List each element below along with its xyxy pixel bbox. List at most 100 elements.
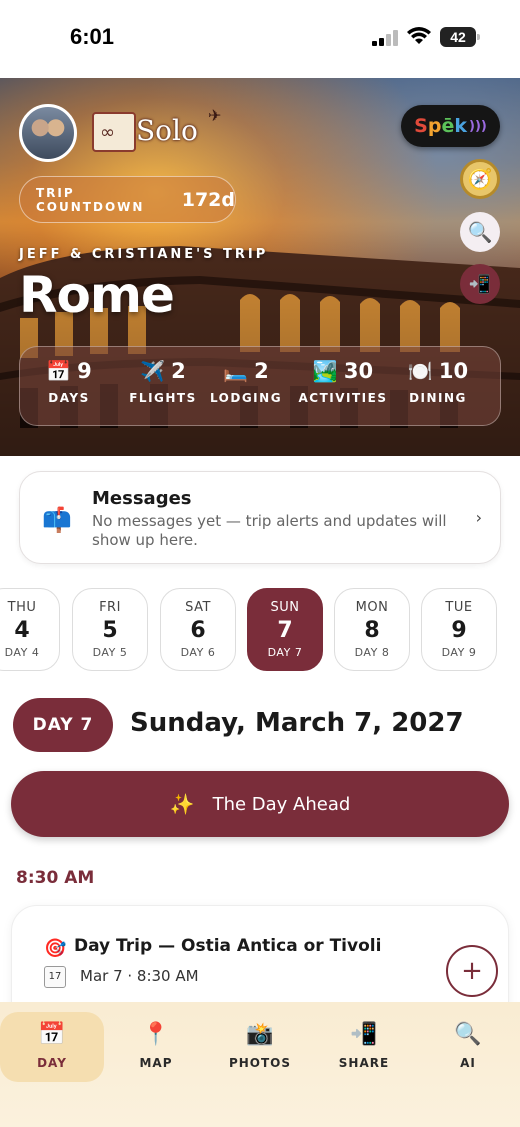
sound-waves-icon: ))) [469, 118, 487, 134]
date-card-sat[interactable]: SAT 6 DAY 6 [160, 588, 236, 671]
trip-countdown: TRIP COUNTDOWN 172d [19, 176, 236, 223]
date-label: DAY 6 [180, 646, 216, 659]
calendar-icon: 📅 [38, 1022, 66, 1047]
calendar-icon: 17 [44, 966, 66, 988]
stat-flights[interactable]: ✈️ 2 FLIGHTS [118, 359, 208, 405]
phone-share-icon: 📲 [350, 1022, 378, 1047]
stat-value: 10 [438, 359, 469, 383]
messages-title: Messages [92, 488, 192, 509]
binoculars-icon: ∞ [100, 122, 115, 143]
airplane-icon: ✈️ [140, 359, 166, 383]
phone-share-icon: 📲 [468, 273, 492, 295]
stat-label: LODGING [209, 391, 283, 405]
date-dow: MON [355, 600, 389, 615]
bed-icon: 🛏️ [223, 359, 249, 383]
stat-value: 9 [77, 359, 92, 383]
trip-city: Rome [19, 266, 175, 324]
stat-value: 2 [171, 359, 186, 383]
date-dow: SUN [270, 600, 300, 615]
date-label: DAY 7 [267, 646, 303, 659]
phone-share-button[interactable]: 📲 [460, 264, 500, 304]
tab-label: SHARE [338, 1056, 390, 1070]
date-card-sun[interactable]: SUN 7 DAY 7 [247, 588, 323, 671]
stat-label: ACTIVITIES [298, 391, 388, 405]
stat-days[interactable]: 📅 9 DAYS [24, 359, 114, 405]
date-num: 6 [190, 618, 206, 643]
compass-button[interactable]: 🧭 [460, 159, 500, 199]
date-num: 5 [102, 618, 118, 643]
logo-text: Solo [136, 114, 198, 147]
date-num: 7 [277, 618, 293, 643]
sparkles-icon: ✨ [169, 792, 195, 816]
airplane-icon: ✈ [208, 106, 222, 125]
spek-letter: ē [441, 115, 455, 137]
spek-letter: p [427, 115, 442, 137]
messages-body: No messages yet — trip alerts and update… [92, 512, 447, 549]
spek-letter: k [454, 115, 467, 137]
landscape-icon: 🏞️ [312, 359, 338, 383]
date-label: DAY 5 [92, 646, 128, 659]
mailbox-icon: 📫 [42, 506, 72, 534]
calendar-icon: 📅 [46, 359, 72, 383]
solo-logo: ∞ Solo ✈ [90, 106, 226, 158]
spek-letter: S [414, 115, 428, 137]
date-strip[interactable]: THU 4 DAY 4 FRI 5 DAY 5 SAT 6 DAY 6 SUN … [0, 588, 520, 673]
day-pill: DAY 7 [13, 698, 113, 752]
trip-owner: JEFF & CRISTIANE'S TRIP [19, 247, 269, 262]
compass-icon: 🧭 [467, 167, 493, 191]
stat-dining[interactable]: 🍽️ 10 DINING [393, 359, 483, 405]
trip-stats: 📅 9 DAYS ✈️ 2 FLIGHTS 🛏️ 2 LODGING 🏞️ 30… [19, 346, 501, 426]
date-label: DAY 4 [4, 646, 40, 659]
search-button[interactable]: 🔍 [460, 212, 500, 252]
date-dow: TUE [445, 600, 473, 615]
timeline-time: 8:30 AM [16, 868, 95, 888]
stat-label: DAYS [48, 391, 90, 405]
wifi-icon [407, 27, 431, 44]
plus-icon: + [461, 956, 483, 986]
messages-card[interactable]: 📫 Messages No messages yet — trip alerts… [19, 471, 501, 564]
tab-label: DAY [37, 1056, 67, 1070]
date-num: 4 [14, 618, 30, 643]
date-label: DAY 9 [441, 646, 477, 659]
tab-day[interactable]: 📅 DAY [0, 1012, 104, 1082]
tab-share[interactable]: 📲 SHARE [312, 1012, 416, 1082]
add-button[interactable]: + [446, 945, 498, 997]
search-icon: 🔍 [454, 1022, 482, 1047]
plate-icon: 🍽️ [407, 359, 433, 383]
status-time: 6:01 [70, 24, 115, 49]
tab-label: PHOTOS [228, 1056, 292, 1070]
date-card-fri[interactable]: FRI 5 DAY 5 [72, 588, 148, 671]
countdown-label: TRIP COUNTDOWN [36, 185, 145, 214]
countdown-value: 172d [181, 188, 235, 211]
date-card-thu[interactable]: THU 4 DAY 4 [0, 588, 60, 671]
avatar[interactable] [19, 104, 77, 162]
signal-icon [372, 30, 398, 46]
status-bar: 6:01 42 [0, 0, 520, 78]
tab-map[interactable]: 📍 MAP [104, 1012, 208, 1082]
tab-bar: 📅 DAY 📍 MAP 📸 PHOTOS 📲 SHARE 🔍 AI [0, 1002, 520, 1127]
day-ahead-label: The Day Ahead [212, 793, 351, 815]
date-card-mon[interactable]: MON 8 DAY 8 [334, 588, 410, 671]
map-pin-icon: 📍 [142, 1022, 170, 1047]
date-card-tue[interactable]: TUE 9 DAY 9 [421, 588, 497, 671]
stat-value: 30 [343, 359, 374, 383]
stat-activities[interactable]: 🏞️ 30 ACTIVITIES [293, 359, 393, 405]
target-icon: 🎯 [44, 938, 67, 959]
chevron-right-icon: › [475, 508, 482, 527]
date-label: DAY 8 [354, 646, 390, 659]
battery-indicator: 42 [440, 27, 480, 47]
event-title: Day Trip — Ostia Antica or Tivoli [74, 936, 382, 956]
day-title: Sunday, March 7, 2027 [130, 708, 464, 738]
date-dow: THU [7, 600, 37, 615]
camera-icon: 📸 [246, 1022, 274, 1047]
date-num: 8 [364, 618, 380, 643]
tab-ai[interactable]: 🔍 AI [416, 1012, 520, 1082]
stat-label: DINING [409, 391, 467, 405]
day-ahead-button[interactable]: ✨ The Day Ahead [11, 771, 509, 837]
tab-photos[interactable]: 📸 PHOTOS [208, 1012, 312, 1082]
date-num: 9 [451, 618, 467, 643]
tab-label: AI [460, 1056, 476, 1070]
stat-lodging[interactable]: 🛏️ 2 LODGING [201, 359, 291, 405]
spek-button[interactable]: S p ē k ))) [401, 105, 500, 147]
search-icon: 🔍 [467, 220, 493, 244]
